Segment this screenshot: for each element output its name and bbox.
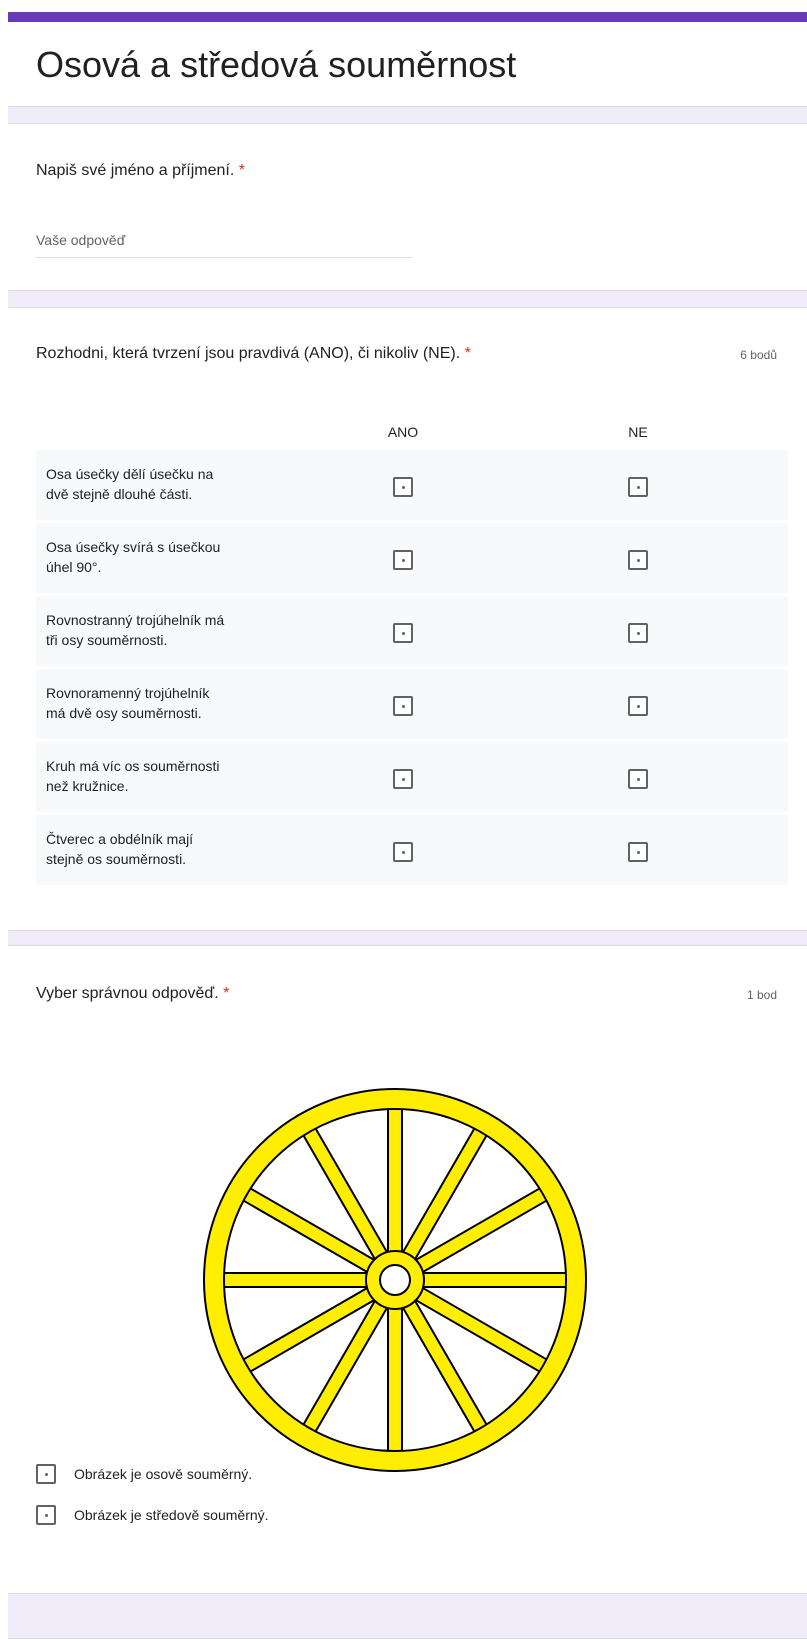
- checkbox-ne[interactable]: [628, 477, 648, 497]
- points-label: 1 bod: [746, 988, 777, 1002]
- grid-row: Osa úsečky svírá s úsečkou úhel 90°.: [36, 523, 788, 593]
- checkbox-ano[interactable]: [393, 842, 413, 862]
- section-divider: [8, 930, 807, 946]
- grid-row: Kruh má víc os souměrnosti než kružnice.: [36, 742, 788, 812]
- section-divider: [8, 1593, 807, 1639]
- grid-row: Osa úsečky dělí úsečku na dvě stejně dlou…: [36, 450, 788, 520]
- row-label: Rovnostranný trojúhelník má tři osy soumě…: [46, 612, 225, 648]
- question-truth-grid: Rozhodni, která tvrzení jsou pravdivá (A…: [36, 345, 471, 363]
- row-label: Kruh má víc os souměrnosti než kružnice.: [46, 758, 220, 794]
- checkbox-ne[interactable]: [628, 550, 648, 570]
- grid-row: Čtverec a obdélník mají stejně os souměrn…: [36, 815, 788, 885]
- checkbox-ano[interactable]: [393, 769, 413, 789]
- wagon-wheel-image: [203, 1088, 587, 1472]
- question-choice: Vyber správnou odpověď. *: [36, 985, 229, 1003]
- option-checkbox[interactable]: [36, 1464, 56, 1484]
- checkbox-ne[interactable]: [628, 623, 648, 643]
- form-header-accent: [8, 12, 807, 22]
- question-name: Napiš své jméno a příjmení. *: [36, 162, 245, 180]
- grid-row: Rovnoramenný trojúhelník má dvě osy soumě…: [36, 669, 788, 739]
- option-label: Obrázek je středově souměrný.: [74, 1507, 269, 1523]
- row-label: Osa úsečky dělí úsečku na dvě stejně dlou…: [46, 466, 214, 502]
- row-label: Osa úsečky svírá s úsečkou úhel 90°.: [46, 539, 221, 575]
- section-divider: [8, 290, 807, 308]
- section-divider: [8, 106, 807, 124]
- name-answer-input[interactable]: [36, 222, 412, 258]
- checkbox-ano[interactable]: [393, 696, 413, 716]
- checkbox-ano[interactable]: [393, 623, 413, 643]
- question-title: Napiš své jméno a příjmení.: [36, 162, 235, 179]
- required-asterisk: *: [238, 162, 245, 179]
- grid-row: Rovnostranný trojúhelník má tři osy soumě…: [36, 596, 788, 666]
- checkbox-ano[interactable]: [393, 550, 413, 570]
- wheel-axle-hole: [379, 1264, 411, 1296]
- column-header-ne: NE: [628, 424, 648, 440]
- checkbox-ne[interactable]: [628, 769, 648, 789]
- option-checkbox[interactable]: [36, 1505, 56, 1525]
- column-header-ano: ANO: [387, 424, 419, 440]
- checkbox-ne[interactable]: [628, 696, 648, 716]
- checkbox-ano[interactable]: [393, 477, 413, 497]
- required-asterisk: *: [464, 345, 471, 362]
- option-label: Obrázek je osově souměrný.: [74, 1466, 253, 1482]
- row-label: Čtverec a obdélník mají stejně os souměrn…: [46, 831, 194, 867]
- question-title: Vyber správnou odpověď.: [36, 985, 219, 1002]
- points-label: 6 bodů: [740, 348, 777, 362]
- row-label: Rovnoramenný trojúhelník má dvě osy soumě…: [46, 685, 210, 721]
- form-title: Osová a středová souměrnost: [36, 44, 517, 85]
- question-title: Rozhodni, která tvrzení jsou pravdivá (A…: [36, 345, 461, 362]
- form-page: Osová a středová souměrnost Napiš své jm…: [0, 0, 807, 1639]
- required-asterisk: *: [223, 985, 230, 1002]
- checkbox-ne[interactable]: [628, 842, 648, 862]
